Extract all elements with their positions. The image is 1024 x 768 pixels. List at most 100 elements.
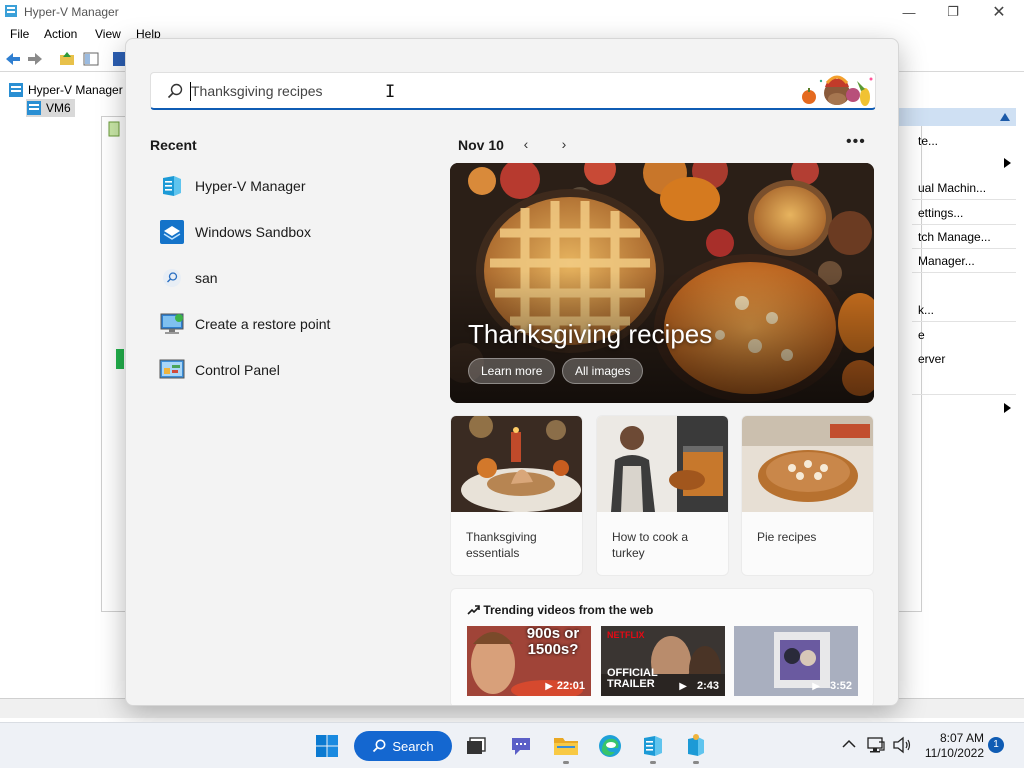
- collapse-arrow-icon[interactable]: [1000, 113, 1010, 121]
- action-item[interactable]: Manager...: [918, 254, 975, 268]
- action-item[interactable]: ettings...: [918, 206, 963, 220]
- table-setting-image: [451, 416, 582, 512]
- recent-item-label: Hyper-V Manager: [195, 178, 306, 194]
- recent-item-hyperv-manager[interactable]: Hyper-V Manager: [150, 166, 420, 206]
- previous-day-button[interactable]: ‹: [518, 136, 534, 152]
- divider: [912, 321, 1016, 322]
- close-button[interactable]: ✕: [976, 0, 1022, 24]
- hero-title: Thanksgiving recipes: [468, 319, 713, 349]
- action-item[interactable]: tch Manage...: [918, 230, 991, 244]
- recent-item-label: Windows Sandbox: [195, 224, 311, 240]
- trending-heading: Trending videos from the web: [467, 603, 653, 617]
- action-item[interactable]: erver: [918, 352, 945, 366]
- tree-child-label: VM6: [46, 101, 71, 115]
- recent-item-san[interactable]: san: [150, 258, 420, 298]
- folder-icon: [554, 738, 578, 755]
- server-icon: [27, 101, 41, 115]
- tree-root-hyperv[interactable]: Hyper-V Manager: [8, 81, 123, 99]
- video-duration: 2:43: [696, 680, 719, 692]
- actions-pane: te... ual Machin... ettings... tch Manag…: [898, 108, 1018, 413]
- hyperv-icon: [163, 176, 181, 196]
- task-view-button[interactable]: [463, 733, 489, 759]
- taskbar-search-button[interactable]: Search: [354, 731, 452, 761]
- video-thumbnail[interactable]: 900s or 1500s? ▶ 22:01: [467, 626, 591, 696]
- next-day-button[interactable]: ›: [556, 136, 572, 152]
- recent-item-label: Control Panel: [195, 362, 280, 378]
- divider: [912, 394, 1016, 395]
- card-pie-recipes[interactable]: Pie recipes: [741, 415, 874, 576]
- card-thanksgiving-essentials[interactable]: Thanksgiving essentials: [450, 415, 583, 576]
- file-explorer-button[interactable]: [553, 733, 579, 759]
- action-item[interactable]: ual Machin...: [918, 181, 986, 195]
- back-arrow-icon[interactable]: [4, 50, 22, 68]
- menu-file[interactable]: File: [10, 27, 29, 41]
- running-indicator: [693, 761, 699, 764]
- control-panel-icon: [159, 359, 185, 379]
- notification-badge[interactable]: 1: [988, 737, 1004, 753]
- hyperv-taskbar-button[interactable]: [640, 733, 666, 759]
- play-icon: ▶: [545, 681, 553, 692]
- thanksgiving-doodle-icon[interactable]: [799, 73, 877, 109]
- play-icon: ▶: [812, 681, 820, 692]
- window-title: Hyper-V Manager: [24, 5, 119, 19]
- pie-image: [742, 416, 873, 512]
- up-folder-icon[interactable]: [58, 50, 76, 68]
- taskbar: Search 8:07 AM 11/10/2022 1: [0, 722, 1024, 768]
- clock-time: 8:07 AM: [939, 731, 984, 745]
- search-icon: [163, 269, 181, 287]
- highlights-date: Nov 10: [458, 137, 504, 153]
- action-item[interactable]: e: [918, 328, 925, 342]
- running-indicator: [650, 761, 656, 764]
- video-overlay-text: OFFICIAL TRAILER: [607, 667, 658, 690]
- more-options-icon[interactable]: •••: [846, 133, 866, 151]
- restore-point-icon: [160, 313, 184, 334]
- menu-view[interactable]: View: [95, 27, 121, 41]
- recent-item-windows-sandbox[interactable]: Windows Sandbox: [150, 212, 420, 252]
- sandbox-icon: [160, 220, 184, 244]
- status-indicator: [116, 349, 124, 369]
- video-thumbnail[interactable]: ▶ 3:52: [734, 626, 858, 696]
- hyperv-app-icon: [5, 5, 17, 17]
- card-how-to-cook-a-turkey[interactable]: How to cook a turkey: [596, 415, 729, 576]
- divider: [912, 272, 1016, 273]
- search-input[interactable]: Thanksgiving recipes I: [150, 72, 876, 110]
- recent-item-create-restore-point[interactable]: Create a restore point: [150, 304, 420, 344]
- chat-button[interactable]: [508, 733, 534, 759]
- edge-browser-icon: [599, 735, 621, 757]
- forward-arrow-icon[interactable]: [26, 50, 44, 68]
- hero-card[interactable]: Thanksgiving recipes Learn more All imag…: [450, 163, 874, 403]
- action-item[interactable]: k...: [918, 303, 934, 317]
- system-clock[interactable]: 8:07 AM 11/10/2022: [924, 731, 984, 761]
- volume-icon[interactable]: [892, 736, 912, 754]
- actions-header: [898, 108, 1016, 126]
- video-duration: 3:52: [829, 680, 852, 692]
- search-icon: [373, 739, 386, 753]
- maximize-button[interactable]: ❐: [930, 0, 976, 24]
- all-images-button[interactable]: All images: [562, 358, 644, 384]
- vm-connection-button[interactable]: [683, 733, 709, 759]
- action-item[interactable]: te...: [918, 134, 938, 148]
- trending-title-text: Trending videos from the web: [483, 603, 654, 617]
- video-duration: 22:01: [556, 680, 585, 692]
- recent-item-control-panel[interactable]: Control Panel: [150, 350, 420, 390]
- windows-logo-icon: [316, 735, 338, 757]
- network-icon[interactable]: [866, 736, 886, 754]
- menu-action[interactable]: Action: [44, 27, 77, 41]
- hyperv-icon: [644, 736, 662, 756]
- minimize-button[interactable]: —: [886, 0, 932, 24]
- start-button[interactable]: [314, 733, 340, 759]
- recent-heading: Recent: [150, 137, 197, 153]
- tree-item-vm6[interactable]: VM6: [26, 99, 75, 117]
- video-thumbnail[interactable]: NETFLIX OFFICIAL TRAILER ▶ 2:43: [601, 626, 725, 696]
- chevron-up-icon[interactable]: [842, 739, 856, 749]
- recent-item-label: Create a restore point: [195, 316, 331, 332]
- show-hide-tree-icon[interactable]: [82, 50, 100, 68]
- learn-more-button[interactable]: Learn more: [468, 358, 556, 384]
- search-query: Thanksgiving recipes: [191, 83, 323, 99]
- search-panel: Thanksgiving recipes I Recent Hyper-V Ma…: [125, 38, 899, 706]
- trending-arrow-icon: [467, 605, 480, 615]
- teams-chat-icon: [512, 738, 530, 755]
- play-icon: ▶: [679, 681, 687, 692]
- edge-button[interactable]: [597, 733, 623, 759]
- submenu-arrow-icon: [1004, 403, 1011, 413]
